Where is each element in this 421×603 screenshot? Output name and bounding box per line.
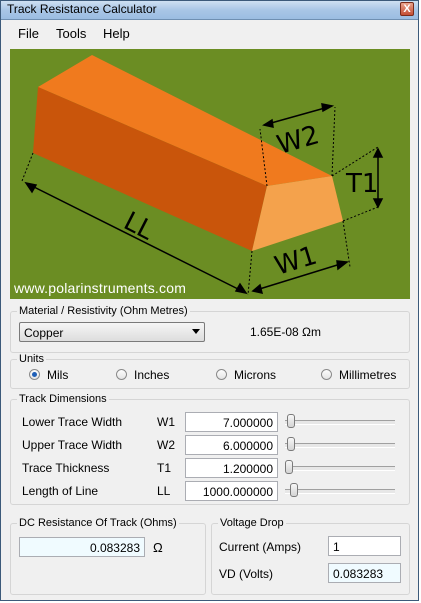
radio-mils-label[interactable]: Mils xyxy=(47,368,68,382)
w2-symbol: W2 xyxy=(157,438,175,452)
material-group-label: Material / Resistivity (Ohm Metres) xyxy=(17,305,190,317)
voltage-drop-group-label: Voltage Drop xyxy=(218,517,286,529)
app-window: Track Resistance Calculator X File Tools… xyxy=(0,0,419,601)
current-input[interactable]: 1 xyxy=(328,536,401,556)
label-t1: T1 xyxy=(345,169,378,199)
material-select-value: Copper xyxy=(24,326,64,340)
ll-label: Length of Line xyxy=(22,484,99,498)
dc-resistance-group xyxy=(10,523,206,595)
chevron-down-icon xyxy=(192,329,200,334)
radio-inches-label[interactable]: Inches xyxy=(134,368,169,382)
label-w1: W1 xyxy=(271,241,320,282)
w1-input[interactable]: 7.000000 xyxy=(185,412,278,432)
t1-input[interactable]: 1.200000 xyxy=(185,458,278,478)
radio-microns[interactable] xyxy=(216,369,227,380)
close-button[interactable]: X xyxy=(400,2,414,16)
label-ll: LL xyxy=(119,207,159,247)
menu-help[interactable]: Help xyxy=(103,26,130,41)
radio-mils[interactable] xyxy=(29,369,40,380)
w1-slider-thumb[interactable] xyxy=(287,414,296,428)
voltage-drop-group xyxy=(211,523,410,595)
vd-label: VD (Volts) xyxy=(219,567,274,581)
w1-slider-track[interactable] xyxy=(285,420,395,425)
vd-output[interactable]: 0.083283 xyxy=(328,563,401,583)
window-title: Track Resistance Calculator xyxy=(7,2,157,16)
track-diagram: LL W1 W2 T1 www.polarinstruments.com xyxy=(10,49,410,299)
menu-tools[interactable]: Tools xyxy=(56,26,86,41)
radio-millimetres-label[interactable]: Millimetres xyxy=(339,368,396,382)
t1-slider-thumb[interactable] xyxy=(285,460,293,474)
title-bar[interactable]: Track Resistance Calculator X xyxy=(1,1,418,20)
units-group-label: Units xyxy=(17,353,47,365)
ll-slider-track[interactable] xyxy=(285,489,395,494)
w1-label: Lower Trace Width xyxy=(22,415,123,429)
close-icon: X xyxy=(403,3,411,15)
w2-slider-thumb[interactable] xyxy=(287,437,296,451)
t1-symbol: T1 xyxy=(157,461,172,475)
w2-label: Upper Trace Width xyxy=(22,438,123,452)
ll-symbol: LL xyxy=(157,484,171,498)
website-url: www.polarinstruments.com xyxy=(14,280,187,296)
label-w2: W2 xyxy=(274,120,323,160)
w1-symbol: W1 xyxy=(157,415,175,429)
dc-resistance-group-label: DC Resistance Of Track (Ohms) xyxy=(17,517,179,529)
current-label: Current (Amps) xyxy=(219,540,302,554)
ll-input[interactable]: 1000.000000 xyxy=(185,481,278,501)
menu-file[interactable]: File xyxy=(18,26,39,41)
radio-inches[interactable] xyxy=(116,369,127,380)
material-select[interactable]: Copper xyxy=(19,322,205,342)
radio-millimetres[interactable] xyxy=(321,369,332,380)
dimensions-group-label: Track Dimensions xyxy=(17,393,109,405)
dc-resistance-output[interactable]: 0.083283 xyxy=(19,537,145,557)
w2-slider-track[interactable] xyxy=(285,443,395,448)
w2-input[interactable]: 6.000000 xyxy=(185,435,278,455)
t1-slider-track[interactable] xyxy=(285,466,395,471)
resistivity-value: 1.65E-08 Ωm xyxy=(250,325,322,339)
ll-slider-thumb[interactable] xyxy=(290,483,299,497)
t1-label: Trace Thickness xyxy=(22,461,110,475)
ohm-unit: Ω xyxy=(153,540,163,555)
radio-microns-label[interactable]: Microns xyxy=(234,368,276,382)
menu-bar: File Tools Help xyxy=(1,20,418,46)
track-diagram-graphic: LL W1 W2 T1 xyxy=(21,55,384,296)
